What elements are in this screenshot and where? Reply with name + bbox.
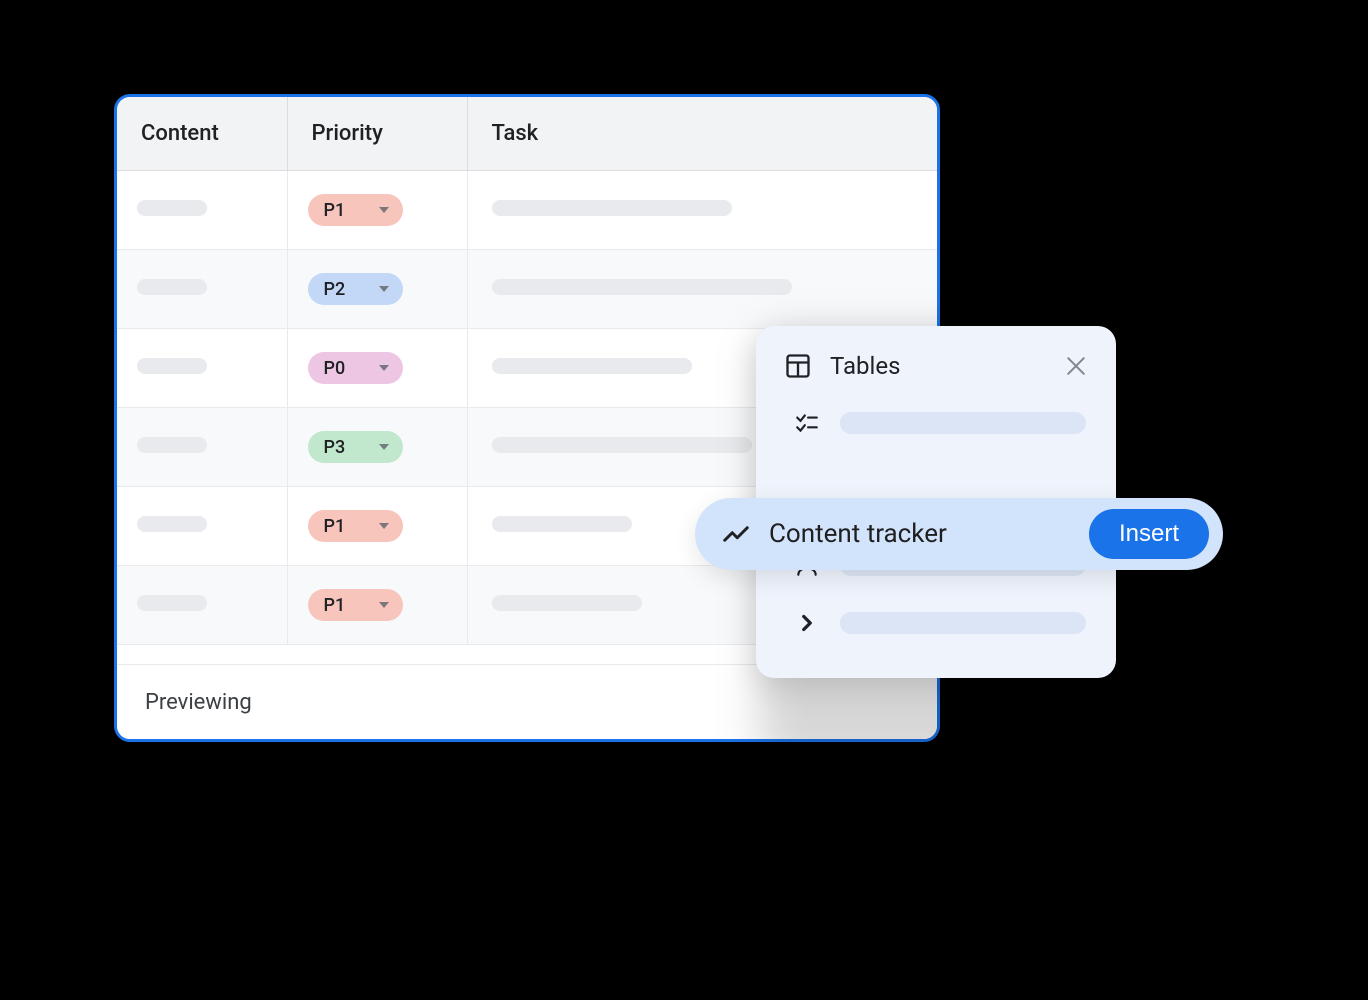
task-placeholder (492, 358, 692, 374)
priority-chip[interactable]: P2 (308, 273, 404, 305)
priority-chip[interactable]: P1 (308, 194, 404, 226)
panel-row-more[interactable] (756, 594, 1116, 652)
panel-header: Tables (756, 348, 1116, 394)
col-header-task[interactable]: Task (467, 97, 937, 171)
task-placeholder (492, 595, 642, 611)
chevron-down-icon (379, 444, 389, 450)
content-placeholder (137, 279, 207, 295)
content-placeholder (137, 200, 207, 216)
panel-row-checklist[interactable] (756, 394, 1116, 452)
cell-priority[interactable]: P0 (287, 329, 467, 408)
col-header-priority[interactable]: Priority (287, 97, 467, 171)
priority-chip[interactable]: P1 (308, 589, 404, 621)
chevron-down-icon (379, 602, 389, 608)
chevron-down-icon (379, 523, 389, 529)
table-head: Content Priority Task (117, 97, 937, 171)
task-placeholder (492, 516, 632, 532)
priority-chip-label: P2 (324, 279, 346, 300)
table-row[interactable]: P1 (117, 171, 937, 250)
cell-priority[interactable]: P3 (287, 408, 467, 487)
chevron-down-icon (379, 365, 389, 371)
task-placeholder (492, 437, 752, 453)
priority-chip-label: P0 (324, 358, 346, 379)
trend-icon (721, 519, 751, 549)
content-tracker-label: Content tracker (769, 519, 1071, 549)
cell-priority[interactable]: P1 (287, 171, 467, 250)
cell-content[interactable] (117, 408, 287, 487)
panel-title: Tables (830, 352, 1044, 380)
cell-priority[interactable]: P1 (287, 487, 467, 566)
chevron-right-icon (794, 610, 820, 636)
priority-chip-label: P1 (324, 516, 346, 537)
priority-chip-label: P3 (324, 437, 346, 458)
content-placeholder (137, 595, 207, 611)
priority-chip-label: P1 (324, 200, 346, 221)
close-icon[interactable] (1062, 352, 1090, 380)
col-header-content[interactable]: Content (117, 97, 287, 171)
table-row[interactable]: P2 (117, 250, 937, 329)
panel-row-content-tracker[interactable]: Content tracker Insert (695, 498, 1223, 570)
cell-content[interactable] (117, 566, 287, 645)
content-placeholder (137, 437, 207, 453)
panel-row-placeholder (840, 612, 1086, 634)
cell-task[interactable] (467, 250, 937, 329)
content-placeholder (137, 516, 207, 532)
task-placeholder (492, 279, 792, 295)
cell-priority[interactable]: P1 (287, 566, 467, 645)
cell-content[interactable] (117, 171, 287, 250)
priority-chip[interactable]: P1 (308, 510, 404, 542)
chevron-down-icon (379, 286, 389, 292)
insert-button[interactable]: Insert (1089, 509, 1209, 559)
chevron-down-icon (379, 207, 389, 213)
task-placeholder (492, 200, 732, 216)
cell-content[interactable] (117, 329, 287, 408)
table-icon (784, 352, 812, 380)
cell-priority[interactable]: P2 (287, 250, 467, 329)
priority-chip[interactable]: P0 (308, 352, 404, 384)
preview-footer-label: Previewing (145, 690, 252, 715)
priority-chip[interactable]: P3 (308, 431, 404, 463)
content-placeholder (137, 358, 207, 374)
cell-content[interactable] (117, 250, 287, 329)
panel-row-placeholder (840, 412, 1086, 434)
cell-content[interactable] (117, 487, 287, 566)
priority-chip-label: P1 (324, 595, 346, 616)
checklist-icon (794, 410, 820, 436)
cell-task[interactable] (467, 171, 937, 250)
